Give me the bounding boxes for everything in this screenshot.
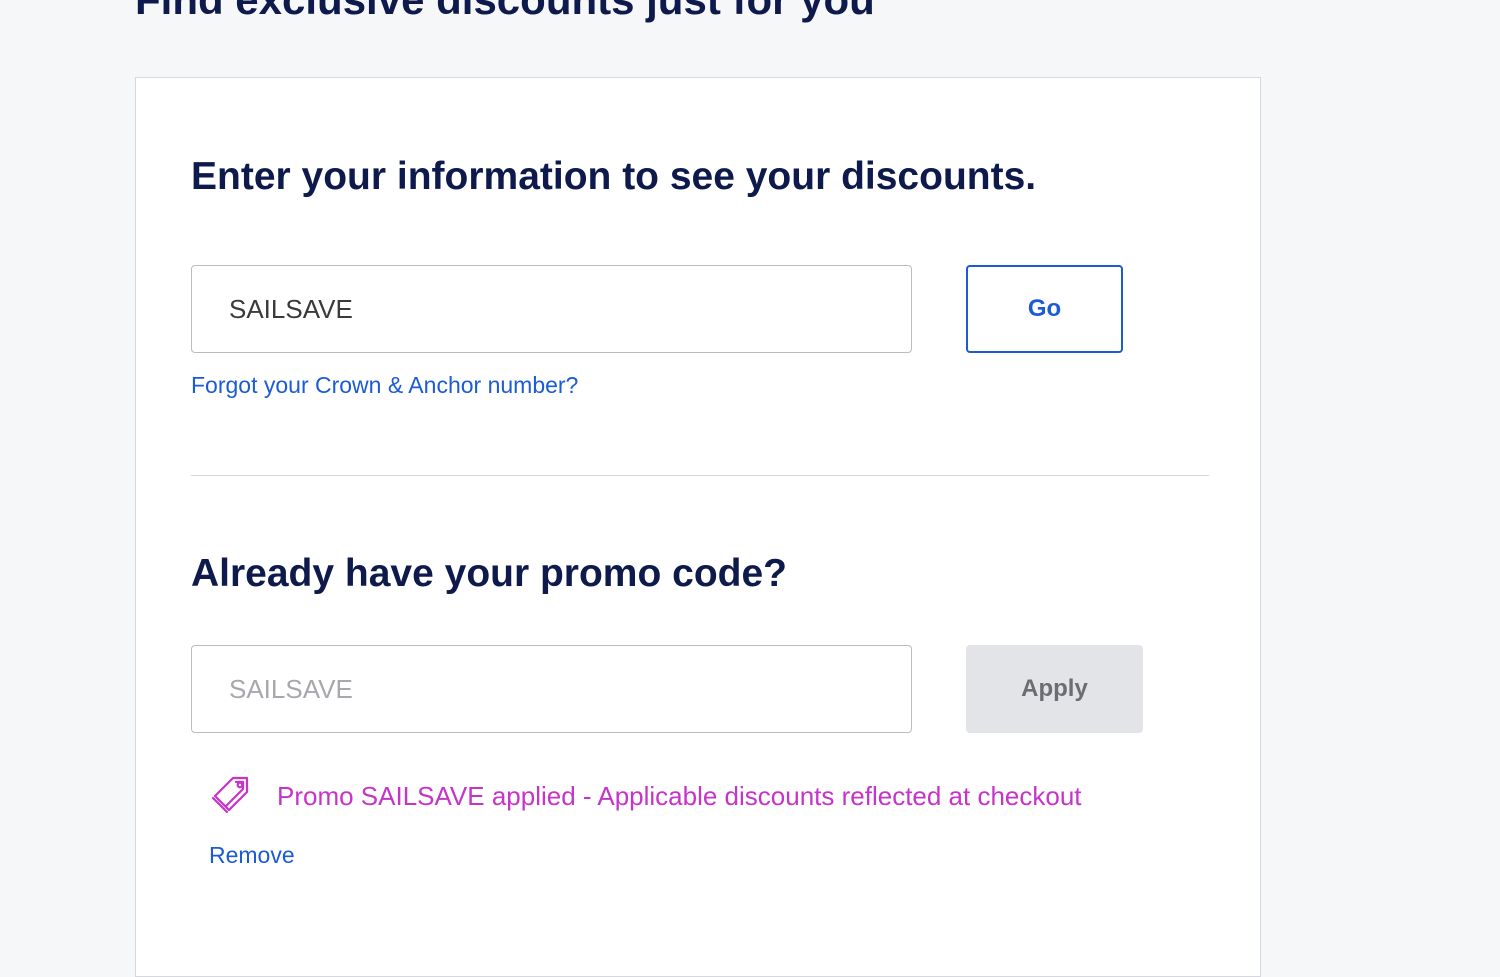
member-section-title: Enter your information to see your disco… xyxy=(191,155,1037,198)
page-heading: Find exclusive discounts just for you xyxy=(135,0,875,26)
go-button[interactable]: Go xyxy=(966,265,1123,353)
section-divider xyxy=(191,475,1209,476)
promo-code-input[interactable] xyxy=(191,645,912,733)
tag-icon xyxy=(209,774,253,818)
promo-status-message: Promo SAILSAVE applied - Applicable disc… xyxy=(277,780,1082,811)
promo-applied-status: Promo SAILSAVE applied - Applicable disc… xyxy=(209,774,1082,818)
crown-anchor-number-input[interactable] xyxy=(191,265,912,353)
apply-button[interactable]: Apply xyxy=(966,645,1143,733)
discount-card: Enter your information to see your disco… xyxy=(135,77,1261,977)
promo-section-title: Already have your promo code? xyxy=(191,552,787,595)
remove-promo-link[interactable]: Remove xyxy=(209,842,295,869)
forgot-number-link[interactable]: Forgot your Crown & Anchor number? xyxy=(191,372,578,399)
